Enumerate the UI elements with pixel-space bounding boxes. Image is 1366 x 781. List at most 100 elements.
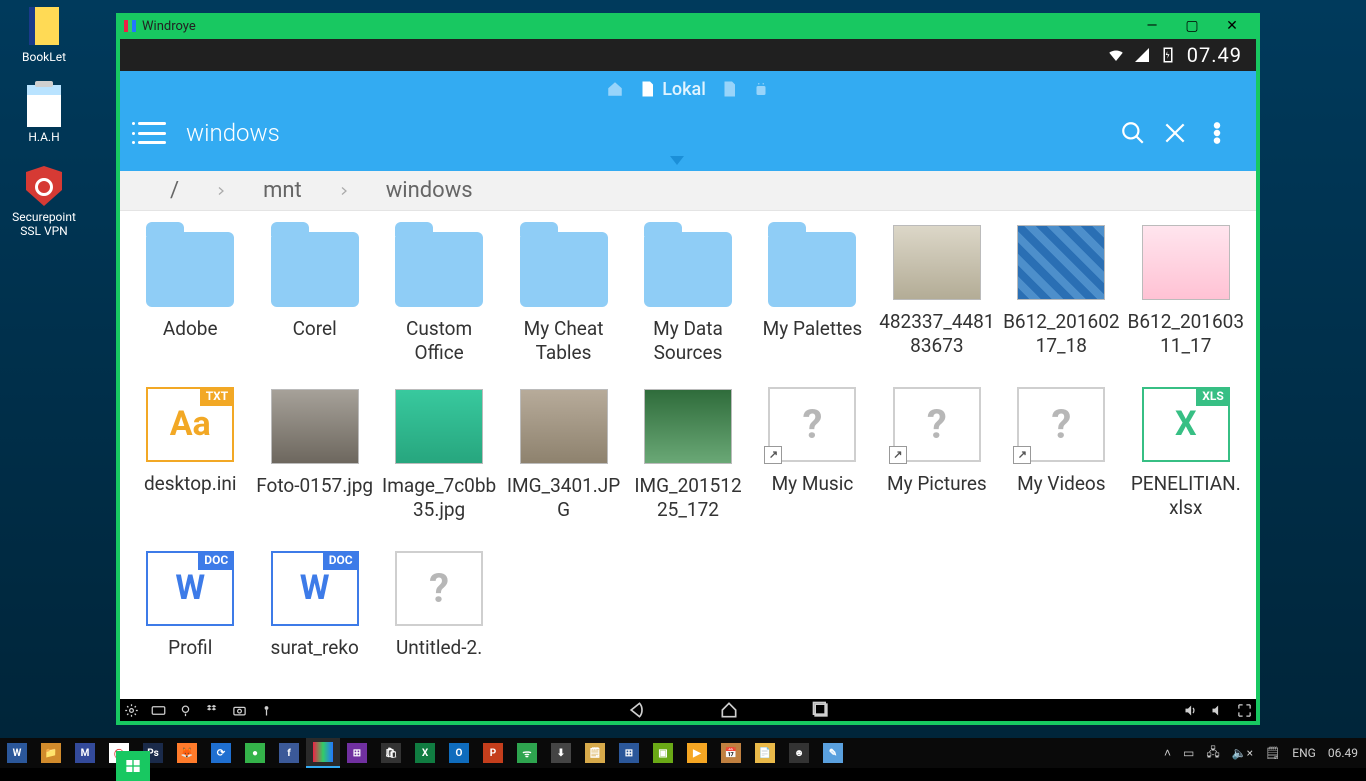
unknown-file-icon: ?↗ (1017, 387, 1105, 462)
android-back-icon[interactable] (626, 700, 648, 720)
taskbar-app[interactable]: ▣ (646, 738, 680, 768)
taskbar-app[interactable]: ● (238, 738, 272, 768)
start-button[interactable] (116, 751, 150, 781)
file-item-my-palettes[interactable]: My Palettes (750, 225, 874, 389)
notes-tray-icon[interactable]: 🗒 (1265, 746, 1280, 760)
taskbar-app[interactable]: ᯤ (510, 738, 544, 768)
flower-icon[interactable] (259, 703, 274, 718)
file-item-image[interactable]: IMG_3401.JPG (501, 389, 625, 553)
taskbar-app[interactable]: f (272, 738, 306, 768)
file-item-image[interactable]: 482337_448183673 (875, 225, 999, 389)
taskbar-app[interactable]: 🗒 (578, 738, 612, 768)
taskbar-app[interactable]: ☻ (782, 738, 816, 768)
taskbar-app[interactable]: P (476, 738, 510, 768)
taskbar-app[interactable]: O (442, 738, 476, 768)
file-item-cheat-tables[interactable]: My Cheat Tables (501, 225, 625, 389)
file-item-my-pictures[interactable]: ?↗My Pictures (875, 389, 999, 553)
network-icon[interactable]: 🖧 (1206, 743, 1219, 764)
sdcard-muted-icon[interactable] (720, 80, 738, 98)
file-item-my-music[interactable]: ?↗My Music (750, 389, 874, 553)
close-button[interactable]: ✕ (1212, 16, 1252, 36)
taskbar-app[interactable]: W (0, 738, 34, 768)
breadcrumb-seg[interactable]: mnt (263, 178, 302, 203)
taskbar-app[interactable]: M (68, 738, 102, 768)
desktop-icon-hah[interactable]: H.A.H (6, 86, 82, 144)
file-item-my-videos[interactable]: ?↗My Videos (999, 389, 1123, 553)
fullscreen-icon[interactable] (1237, 703, 1252, 718)
camera-icon[interactable] (232, 703, 247, 718)
tray-overflow-icon[interactable]: ˄ (1164, 746, 1171, 760)
breadcrumb-seg[interactable]: windows (386, 178, 473, 203)
file-item-unknown[interactable]: ?Untitled-2. (377, 553, 501, 699)
file-item-desktop-ini[interactable]: TXTAadesktop.ini (128, 389, 252, 553)
menu-drawer-icon[interactable] (138, 122, 166, 144)
xls-file-icon: XLSX (1142, 387, 1230, 462)
taskbar-app[interactable]: ✎ (816, 738, 850, 768)
android-recent-icon[interactable] (810, 700, 832, 720)
taskbar-app[interactable]: ▶ (680, 738, 714, 768)
android-statusbar: 07.49 (120, 39, 1256, 71)
taskbar-app[interactable]: ⟳ (204, 738, 238, 768)
file-item-data-sources[interactable]: My Data Sources (626, 225, 750, 389)
taskbar-app[interactable]: ⬇ (544, 738, 578, 768)
file-label: Untitled-2. (396, 636, 482, 660)
file-item-doc[interactable]: DOCWsurat_reko (252, 553, 376, 699)
shield-icon (26, 166, 62, 206)
volume-icon[interactable] (1210, 703, 1225, 718)
cancel-button[interactable] (1154, 112, 1196, 154)
file-item-corel[interactable]: Corel (252, 225, 376, 389)
keyboard-icon[interactable] (151, 703, 166, 718)
file-tag: TXT (200, 387, 235, 406)
battery-charging-icon (1159, 46, 1177, 64)
file-item-image[interactable]: B612_20160311_17 (1124, 225, 1248, 389)
toolbar-dropdown-indicator[interactable] (120, 159, 1256, 171)
file-item-xlsx[interactable]: XLSX PENELITIAN.xlsx (1124, 389, 1248, 553)
wifi-icon (1107, 46, 1125, 64)
statusbar-time: 07.49 (1187, 43, 1242, 67)
tab-local[interactable]: Lokal (638, 79, 706, 100)
battery-icon[interactable]: ▭ (1183, 746, 1194, 760)
minimize-button[interactable]: — (1132, 16, 1172, 36)
file-item-image[interactable]: Image_7c0bb35.jpg (377, 389, 501, 553)
file-item-custom-office[interactable]: Custom Office (377, 225, 501, 389)
notepad-icon (27, 85, 61, 127)
taskbar-app[interactable]: 🦊 (170, 738, 204, 768)
taskbar-app[interactable]: ⊞ (340, 738, 374, 768)
system-tray: ˄ ▭ 🖧 🔈× 🗒 ENG 06.49 (1164, 743, 1366, 764)
android-home-icon[interactable] (718, 700, 740, 720)
taskbar-app[interactable]: 🛍 (374, 738, 408, 768)
bulb-icon[interactable] (178, 703, 193, 718)
volume-up-icon[interactable] (1183, 703, 1198, 718)
file-label: B612_20160311_17 (1127, 310, 1245, 358)
gear-icon[interactable] (124, 703, 139, 718)
taskbar-clock[interactable]: 06.49 (1328, 746, 1358, 760)
overflow-button[interactable] (1196, 112, 1238, 154)
image-thumb (520, 389, 608, 464)
file-label: Foto-0157.jpg (256, 474, 373, 498)
taskbar-app[interactable]: 📁 (34, 738, 68, 768)
dropbox-icon[interactable] (205, 703, 220, 718)
taskbar-app[interactable]: 📅 (714, 738, 748, 768)
breadcrumb-root[interactable]: / (170, 178, 179, 203)
file-item-image[interactable]: B612_20160217_18 (999, 225, 1123, 389)
desktop-icon-booklet[interactable]: BookLet (6, 6, 82, 64)
volume-mute-icon[interactable]: 🔈× (1232, 746, 1253, 760)
window-titlebar[interactable]: Windroye — ▢ ✕ (118, 15, 1258, 37)
maximize-button[interactable]: ▢ (1172, 16, 1212, 36)
file-item-image[interactable]: IMG_20151225_172 (626, 389, 750, 553)
taskbar-app[interactable]: ⊞ (612, 738, 646, 768)
folder-icon (271, 232, 359, 307)
file-item-adobe[interactable]: Adobe (128, 225, 252, 389)
taskbar-app-windroye[interactable] (306, 738, 340, 768)
file-item-image[interactable]: Foto-0157.jpg (252, 389, 376, 553)
language-indicator[interactable]: ENG (1292, 746, 1316, 760)
file-label: PENELITIAN.xlsx (1127, 472, 1245, 520)
file-item-doc[interactable]: DOCWProfil (128, 553, 252, 699)
txt-file-icon: TXTAa (146, 387, 234, 462)
search-button[interactable] (1112, 112, 1154, 154)
home-icon[interactable] (606, 80, 624, 98)
taskbar-app[interactable]: 📄 (748, 738, 782, 768)
desktop-icon-sslvpn[interactable]: Securepoint SSL VPN (6, 166, 82, 238)
taskbar-app[interactable]: X (408, 738, 442, 768)
android-icon[interactable] (752, 80, 770, 98)
